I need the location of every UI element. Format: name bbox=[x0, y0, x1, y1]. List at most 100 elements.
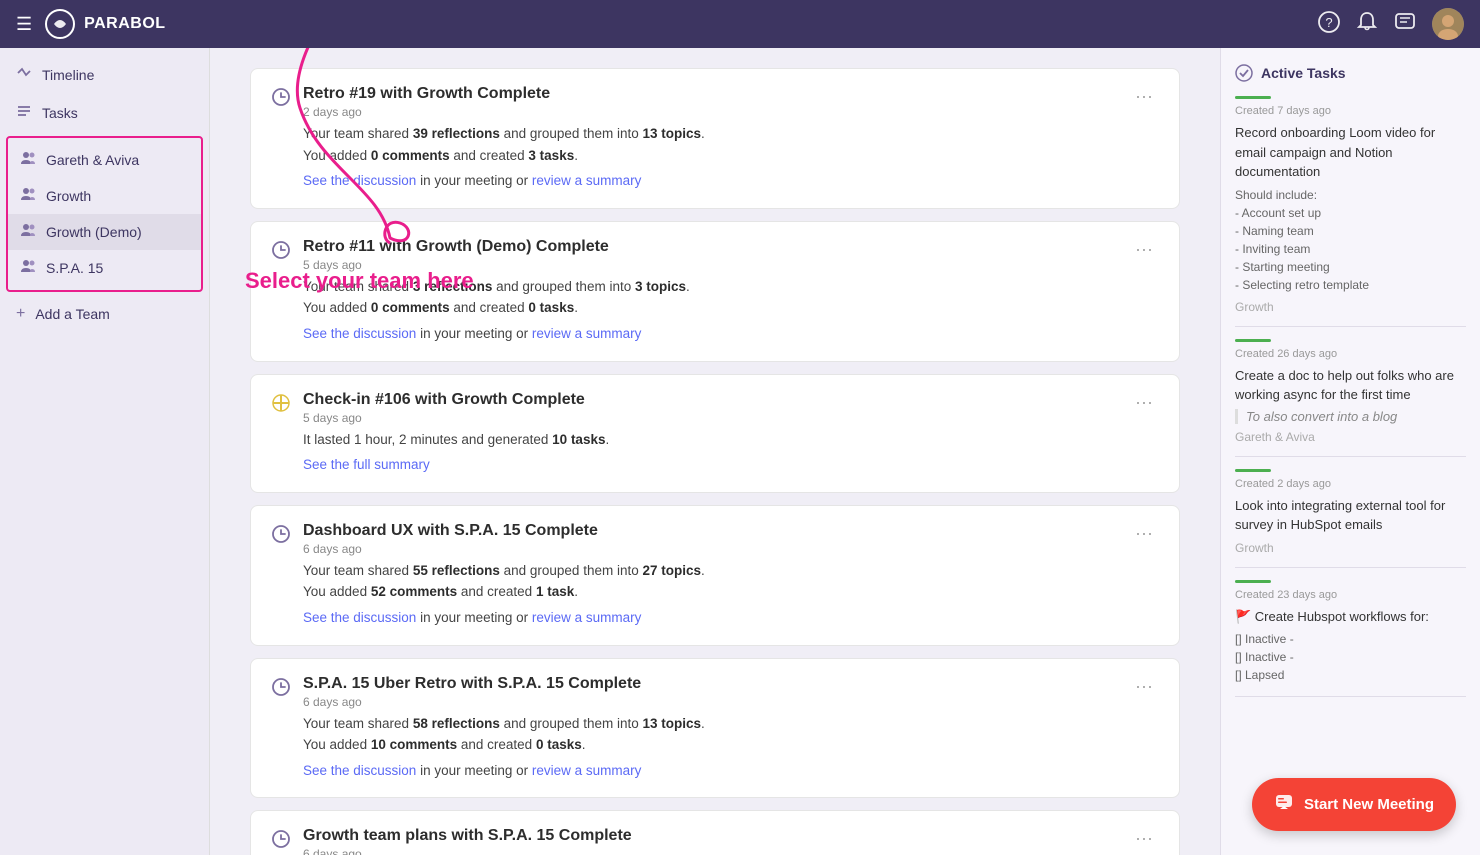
active-tasks-title: Active Tasks bbox=[1235, 64, 1466, 82]
meeting-time: 5 days ago bbox=[303, 258, 1117, 272]
task-date: Created 7 days ago bbox=[1235, 105, 1466, 117]
meeting-menu-button[interactable]: ⋯ bbox=[1129, 238, 1159, 263]
task-details: [] Inactive -[] Inactive -[] Lapsed bbox=[1235, 630, 1466, 684]
meeting-body: Your team shared 3 reflections and group… bbox=[271, 276, 1159, 345]
sidebar-item-growth[interactable]: Growth bbox=[8, 178, 201, 214]
tasks-icon bbox=[16, 103, 32, 123]
meeting-menu-button[interactable]: ⋯ bbox=[1129, 391, 1159, 416]
main-content: Select your team here Retro #19 with Gro… bbox=[210, 48, 1220, 855]
topnav: ☰ PARABOL ? bbox=[0, 0, 1480, 48]
notifications-icon[interactable] bbox=[1356, 11, 1378, 38]
timeline-icon bbox=[16, 65, 32, 85]
meeting-type-icon bbox=[271, 829, 291, 855]
meeting-menu-button[interactable]: ⋯ bbox=[1129, 675, 1159, 700]
sidebar-item-timeline[interactable]: Timeline bbox=[0, 56, 209, 94]
chat-bubble-icon bbox=[1274, 792, 1294, 817]
task-date: Created 26 days ago bbox=[1235, 348, 1466, 360]
topnav-icons: ? bbox=[1318, 8, 1464, 40]
task-progress-bar bbox=[1235, 339, 1271, 342]
people-icon-1 bbox=[20, 150, 36, 170]
task-text: Create a doc to help out folks who are w… bbox=[1235, 366, 1466, 405]
discussion-link[interactable]: See the discussion bbox=[303, 763, 416, 778]
app-logo: PARABOL bbox=[44, 8, 165, 40]
meeting-menu-button[interactable]: ⋯ bbox=[1129, 827, 1159, 852]
people-icon-4 bbox=[20, 258, 36, 278]
sidebar-item-tasks[interactable]: Tasks bbox=[0, 94, 209, 132]
meeting-menu-button[interactable]: ⋯ bbox=[1129, 85, 1159, 110]
sidebar-item-add-team[interactable]: + Add a Team bbox=[0, 296, 209, 332]
task-progress-bar bbox=[1235, 96, 1271, 99]
spa15-label: S.P.A. 15 bbox=[46, 260, 103, 276]
task-date: Created 23 days ago bbox=[1235, 589, 1466, 601]
task-text: Look into integrating external tool for … bbox=[1235, 496, 1466, 535]
growth-demo-label: Growth (Demo) bbox=[46, 224, 142, 240]
meeting-body: Your team shared 58 reflections and grou… bbox=[271, 713, 1159, 782]
help-icon[interactable]: ? bbox=[1318, 11, 1340, 38]
meeting-card: Check-in #106 with Growth Complete 5 day… bbox=[250, 374, 1180, 493]
meeting-time: 5 days ago bbox=[303, 411, 1117, 425]
task-text: 🚩 Create Hubspot workflows for: bbox=[1235, 607, 1466, 627]
meeting-title: Retro #19 with Growth Complete bbox=[303, 85, 1117, 103]
task-list: Created 7 days ago Record onboarding Loo… bbox=[1235, 96, 1466, 697]
task-team: Growth bbox=[1235, 541, 1466, 555]
meeting-title: Growth team plans with S.P.A. 15 Complet… bbox=[303, 827, 1117, 845]
people-icon-2 bbox=[20, 186, 36, 206]
people-icon-3 bbox=[20, 222, 36, 242]
meeting-card: Retro #19 with Growth Complete 2 days ag… bbox=[250, 68, 1180, 209]
growth-label: Growth bbox=[46, 188, 91, 204]
chat-icon[interactable] bbox=[1394, 11, 1416, 38]
task-text: Record onboarding Loom video for email c… bbox=[1235, 123, 1466, 182]
right-panel: Active Tasks Created 7 days ago Record o… bbox=[1220, 48, 1480, 855]
summary-link[interactable]: review a summary bbox=[532, 763, 642, 778]
add-icon: + bbox=[16, 305, 25, 323]
app-name: PARABOL bbox=[84, 15, 165, 33]
meeting-type-icon bbox=[271, 87, 291, 113]
discussion-link[interactable]: See the discussion bbox=[303, 326, 416, 341]
meeting-card: Growth team plans with S.P.A. 15 Complet… bbox=[250, 810, 1180, 855]
svg-text:?: ? bbox=[1325, 15, 1332, 30]
task-card: Created 2 days ago Look into integrating… bbox=[1235, 469, 1466, 568]
avatar[interactable] bbox=[1432, 8, 1464, 40]
task-team: Growth bbox=[1235, 300, 1466, 314]
meeting-title: Dashboard UX with S.P.A. 15 Complete bbox=[303, 522, 1117, 540]
menu-icon[interactable]: ☰ bbox=[16, 14, 32, 35]
task-progress-bar bbox=[1235, 580, 1271, 583]
sidebar-item-gareth-aviva[interactable]: Gareth & Aviva bbox=[8, 142, 201, 178]
add-team-label: Add a Team bbox=[35, 306, 109, 322]
meeting-menu-button[interactable]: ⋯ bbox=[1129, 522, 1159, 547]
fab-label: Start New Meeting bbox=[1304, 796, 1434, 813]
meeting-type-icon bbox=[271, 240, 291, 266]
discussion-link[interactable]: See the discussion bbox=[303, 173, 416, 188]
meeting-body: It lasted 1 hour, 2 minutes and generate… bbox=[271, 429, 1159, 476]
task-team: Gareth & Aviva bbox=[1235, 430, 1466, 444]
meeting-time: 2 days ago bbox=[303, 105, 1117, 119]
start-new-meeting-button[interactable]: Start New Meeting bbox=[1252, 778, 1456, 831]
fab-container: Start New Meeting bbox=[1252, 778, 1456, 831]
summary-link[interactable]: review a summary bbox=[532, 173, 642, 188]
task-card: Created 26 days ago Create a doc to help… bbox=[1235, 339, 1466, 457]
sidebar-item-growth-demo[interactable]: Growth (Demo) bbox=[8, 214, 201, 250]
task-details: Should include:- Account set up- Naming … bbox=[1235, 186, 1466, 294]
meeting-title: S.P.A. 15 Uber Retro with S.P.A. 15 Comp… bbox=[303, 675, 1117, 693]
tasks-label: Tasks bbox=[42, 105, 78, 121]
sidebar-item-spa15[interactable]: S.P.A. 15 bbox=[8, 250, 201, 286]
discussion-link[interactable]: See the discussion bbox=[303, 610, 416, 625]
meeting-card: S.P.A. 15 Uber Retro with S.P.A. 15 Comp… bbox=[250, 658, 1180, 799]
meeting-time: 6 days ago bbox=[303, 847, 1117, 855]
meeting-type-icon bbox=[271, 524, 291, 550]
sidebar: Timeline Tasks Gareth & Aviva Growth bbox=[0, 48, 210, 855]
summary-link[interactable]: review a summary bbox=[532, 326, 642, 341]
summary-link[interactable]: See the full summary bbox=[303, 457, 430, 472]
task-date: Created 2 days ago bbox=[1235, 478, 1466, 490]
meeting-type-icon bbox=[271, 393, 291, 419]
gareth-aviva-label: Gareth & Aviva bbox=[46, 152, 139, 168]
meeting-body: Your team shared 39 reflections and grou… bbox=[271, 123, 1159, 192]
meeting-body: Your team shared 55 reflections and grou… bbox=[271, 560, 1159, 629]
meeting-list: Retro #19 with Growth Complete 2 days ag… bbox=[250, 68, 1180, 855]
meeting-title: Retro #11 with Growth (Demo) Complete bbox=[303, 238, 1117, 256]
meeting-title: Check-in #106 with Growth Complete bbox=[303, 391, 1117, 409]
task-progress-bar bbox=[1235, 469, 1271, 472]
task-quote: To also convert into a blog bbox=[1235, 409, 1466, 424]
timeline-label: Timeline bbox=[42, 67, 94, 83]
summary-link[interactable]: review a summary bbox=[532, 610, 642, 625]
